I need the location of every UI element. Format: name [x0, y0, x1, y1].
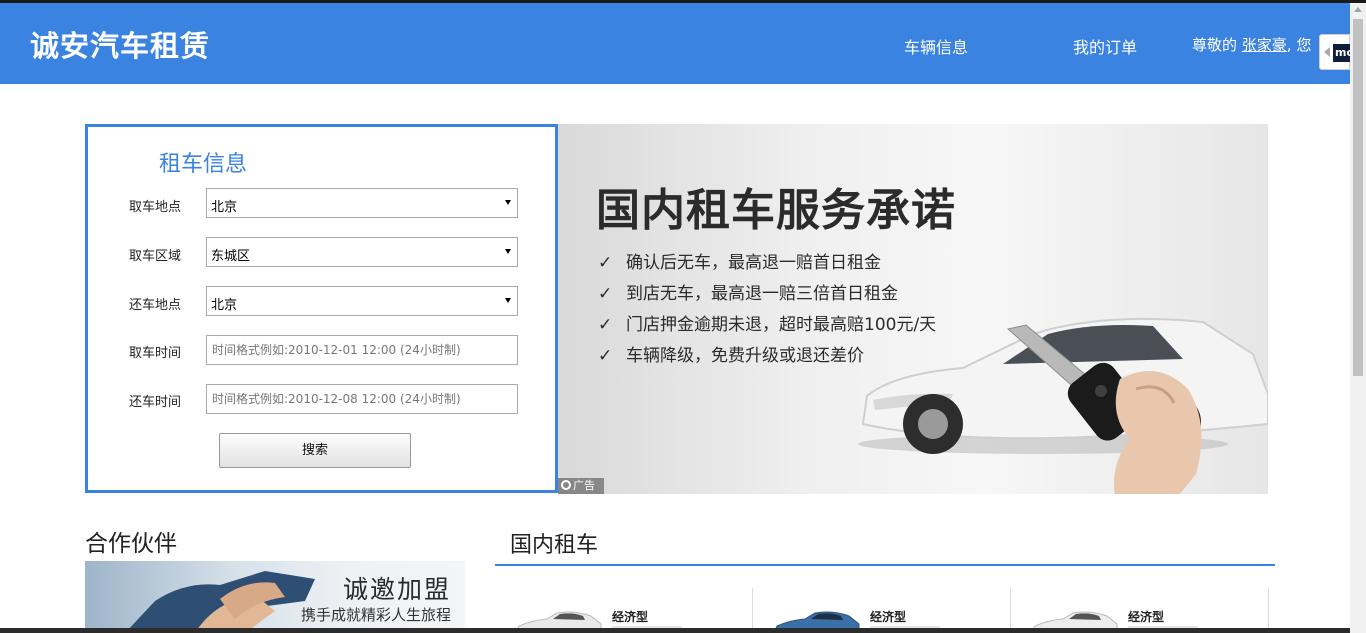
greeting-prefix: 尊敬的 — [1192, 36, 1242, 54]
mo-extension-icon[interactable]: mo — [1333, 44, 1351, 62]
chevron-down-icon — [505, 249, 511, 254]
pickup-location-value: 北京 — [211, 200, 238, 215]
car-key-hand-illustration — [1006, 324, 1202, 494]
chevron-down-icon — [505, 200, 511, 205]
car-class-label: 经济型 — [1128, 610, 1165, 624]
checkmark-icon: ✓ — [598, 315, 613, 335]
site-header: 诚安汽车租赁 车辆信息 我的订单 尊敬的 张家豪, 您 mo — [0, 3, 1351, 84]
promise-item: ✓ 车辆降级，免费升级或退还差价 — [598, 341, 864, 366]
nav-vehicle-info[interactable]: 车辆信息 — [904, 34, 968, 58]
promise-text: 车辆降级，免费升级或退还差价 — [626, 346, 864, 366]
domestic-rental-heading: 国内租车 — [510, 533, 599, 558]
car-class-card[interactable]: 经济型 — [753, 588, 1011, 633]
checkmark-icon: ✓ — [598, 284, 613, 304]
promise-item: ✓ 到店无车，最高退一赔三倍首日租金 — [598, 279, 898, 304]
car-class-card[interactable]: 经济型 — [495, 588, 753, 633]
nav-my-orders[interactable]: 我的订单 — [1073, 34, 1137, 58]
pickup-area-label: 取车区域 — [129, 249, 182, 264]
car-class-label: 经济型 — [612, 610, 649, 624]
ad-info-icon — [561, 480, 571, 490]
greeting-suffix: , 您 — [1286, 36, 1312, 54]
ad-label[interactable]: 广告 — [558, 478, 604, 494]
chevron-down-icon — [505, 298, 511, 303]
pickup-time-input[interactable] — [206, 335, 518, 365]
partner-banner-title: 诚邀加盟 — [342, 575, 451, 604]
handshake-illustration — [125, 571, 315, 633]
pickup-location-select[interactable]: 北京 — [206, 188, 518, 218]
scroll-up-arrow-icon[interactable] — [1354, 7, 1362, 12]
collapse-arrow-icon[interactable] — [1324, 47, 1330, 57]
ad-label-text: 广告 — [573, 479, 595, 492]
return-time-label: 还车时间 — [129, 395, 182, 410]
banner-title: 国内租车服务承诺 — [596, 185, 956, 236]
promise-item: ✓ 确认后无车，最高退一赔首日租金 — [598, 248, 881, 273]
bottom-edge-bar — [0, 628, 1350, 633]
return-time-input[interactable] — [206, 384, 518, 414]
promise-text: 到店无车，最高退一赔三倍首日租金 — [626, 284, 898, 304]
car-class-card[interactable]: 经济型 — [1011, 588, 1269, 633]
section-divider — [495, 564, 1275, 566]
page-scrollbar[interactable] — [1350, 3, 1366, 633]
pickup-area-select[interactable]: 东城区 — [206, 237, 518, 267]
promise-text: 确认后无车，最高退一赔首日租金 — [626, 253, 881, 273]
pickup-location-label: 取车地点 — [129, 200, 182, 215]
site-brand-logo[interactable]: 诚安汽车租赁 — [30, 23, 210, 65]
side-extension-widget[interactable]: mo — [1319, 34, 1351, 70]
return-location-value: 北京 — [211, 298, 238, 313]
pickup-time-label: 取车时间 — [129, 346, 182, 361]
return-location-select[interactable]: 北京 — [206, 286, 518, 316]
service-promise-banner[interactable]: 国内租车服务承诺 ✓ 确认后无车，最高退一赔首日租金 ✓ 到店无车，最高退一赔三倍首… — [558, 124, 1268, 494]
search-button[interactable]: 搜索 — [219, 433, 411, 468]
username-link[interactable]: 张家豪 — [1242, 36, 1287, 54]
partners-heading: 合作伙伴 — [85, 531, 177, 557]
return-location-label: 还车地点 — [129, 298, 182, 313]
checkmark-icon: ✓ — [598, 253, 613, 273]
partner-banner-subtitle: 携手成就精彩人生旅程 — [300, 606, 451, 624]
car-class-label: 经济型 — [870, 610, 907, 624]
form-title: 租车信息 — [159, 152, 248, 177]
partner-join-banner[interactable]: 诚邀加盟 携手成就精彩人生旅程 — [85, 561, 465, 633]
rental-search-form: 租车信息 取车地点 北京 取车区域 东城区 还车地点 北京 取车时间 还车时间 … — [85, 124, 558, 493]
checkmark-icon: ✓ — [598, 346, 613, 366]
pickup-area-value: 东城区 — [211, 249, 251, 264]
scrollbar-thumb[interactable] — [1353, 19, 1363, 376]
